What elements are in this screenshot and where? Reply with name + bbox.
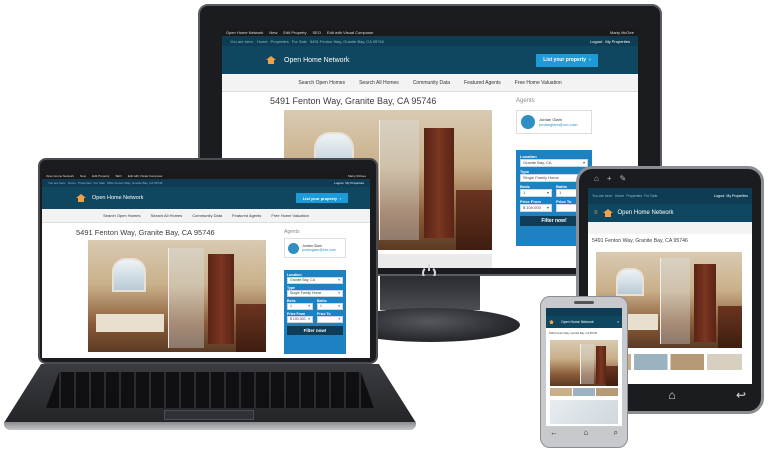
nav-search-all-homes[interactable]: Search All Homes: [359, 80, 399, 86]
crumb-current: 5491 Fenton Way, Granite Bay, CA 95746: [309, 38, 384, 44]
chevron-right-icon: ›: [339, 195, 342, 201]
search-icon[interactable]: ⌕: [614, 428, 618, 438]
crumb-you-are-here: You are here:: [230, 38, 254, 44]
crumb-properties[interactable]: Properties: [271, 39, 289, 44]
laptop-screen: Open Home Network New Edit Property SEO …: [42, 172, 370, 358]
admin-bar-laptop: Open Home Network New Edit Property SEO …: [42, 172, 370, 179]
tablet-icons: ⌂ + ✎: [594, 174, 626, 183]
property-title-laptop: 5491 Fenton Way, Granite Bay, CA 95746: [76, 228, 215, 237]
laptop-trackpad: [164, 410, 254, 420]
logout-link[interactable]: Logout: [590, 39, 602, 44]
home-icon: [602, 209, 613, 217]
property-title: 5491 Fenton Way, Granite Bay, CA 95746: [270, 96, 437, 106]
list-property-button[interactable]: List your property ›: [536, 53, 598, 67]
breadcrumb-tablet: You are here: Home Properties For Sale L…: [588, 188, 752, 204]
agents-heading: Agents: [516, 98, 535, 104]
nav-community-data[interactable]: Community Data: [413, 80, 450, 86]
admin-seo[interactable]: SEO: [313, 30, 321, 35]
filter-now-button[interactable]: Filter now!: [287, 326, 343, 335]
breadcrumb-laptop: You are here: Home Properties For Sale 5…: [42, 179, 370, 187]
menu-icon[interactable]: ≡: [594, 210, 598, 216]
admin-user[interactable]: Marty McGee: [610, 30, 634, 35]
property-photo-phone[interactable]: [550, 340, 618, 386]
beds-select[interactable]: 1: [520, 189, 552, 197]
menu-icon[interactable]: ≡: [617, 320, 619, 324]
agent-card[interactable]: Jordan Glam jordanglam@xxx.com: [516, 110, 592, 134]
main-nav: Search Open Homes Search All Homes Commu…: [222, 74, 638, 92]
phone-speaker: [574, 301, 594, 304]
admin-edit-property[interactable]: Edit Property: [283, 30, 306, 35]
site-header: Open Home Network List your property ›: [222, 46, 638, 74]
agent-card-laptop[interactable]: Jordan Glam jordanglam@xxx.com: [284, 238, 346, 258]
site-header-laptop: Open Home Network List your property ›: [42, 187, 370, 209]
admin-site[interactable]: Open Home Network: [226, 30, 263, 35]
breadcrumb-phone: [546, 308, 622, 316]
home-icon[interactable]: ⌂: [668, 388, 675, 402]
phone-screen: Open Home Network ≡ 5491 Fenton Way, Gra…: [546, 308, 622, 426]
tablet-toolbar: [588, 222, 752, 234]
search-panel-laptop: Location Granite Bay, CA Type Single Fam…: [284, 270, 346, 354]
site-header-tablet: ≡ Open Home Network: [588, 204, 752, 222]
site-header-phone: Open Home Network ≡: [546, 316, 622, 328]
brand-name[interactable]: Open Home Network: [284, 57, 349, 64]
property-title-tablet: 5491 Fenton Way, Granite Bay, CA 95746: [592, 238, 688, 244]
return-icon[interactable]: ↩: [736, 388, 746, 402]
laptop-front-edge: [4, 422, 416, 430]
admin-visual-composer[interactable]: Edit with Visual Composer: [327, 30, 374, 35]
admin-bar: Open Home Network New Edit Property SEO …: [222, 28, 638, 36]
nav-free-home-valuation[interactable]: Free Home Valuation: [515, 80, 562, 86]
phone-buttons: ← ⌂ ⌕: [550, 428, 618, 438]
my-properties-link[interactable]: My Properties: [605, 39, 630, 44]
phone: Open Home Network ≡ 5491 Fenton Way, Gra…: [540, 296, 628, 448]
breadcrumb: You are here: Home Properties For Sale 5…: [222, 36, 638, 46]
home-icon: ⌂: [594, 174, 599, 183]
home-icon[interactable]: ⌂: [583, 428, 588, 438]
responsive-devices-mockup: Open Home Network New Edit Property SEO …: [0, 0, 768, 452]
agent-email[interactable]: jordanglam@xxx.com: [539, 122, 578, 127]
list-property-label: List your property: [543, 57, 587, 63]
home-icon: [549, 320, 554, 324]
agents-heading-laptop: Agents: [284, 229, 300, 235]
plus-icon: +: [606, 174, 612, 183]
list-property-button[interactable]: List your property ›: [296, 193, 348, 203]
nav-search-open-homes[interactable]: Search Open Homes: [298, 80, 345, 86]
chevron-right-icon: ›: [589, 57, 591, 63]
main-nav-laptop: Search Open Homes Search All Homes Commu…: [42, 209, 370, 223]
price-from-select[interactable]: $ 100,000: [520, 204, 552, 212]
home-icon: [266, 56, 276, 64]
property-photo-laptop[interactable]: [88, 240, 266, 352]
property-title-phone: 5491 Fenton Way, Granite Bay, CA 95746: [549, 332, 597, 335]
laptop-keyboard: [46, 372, 374, 408]
map-phone[interactable]: [550, 400, 618, 424]
nav-featured-agents[interactable]: Featured Agents: [464, 80, 501, 86]
thumbnail-strip-phone[interactable]: [550, 388, 618, 396]
crumb-for-sale[interactable]: For Sale: [292, 39, 307, 44]
agent-avatar: [521, 115, 535, 129]
admin-new[interactable]: New: [269, 30, 277, 35]
laptop: Open Home Network New Edit Property SEO …: [0, 158, 420, 448]
back-icon[interactable]: ←: [550, 428, 558, 438]
home-icon: [76, 194, 86, 202]
pencil-icon: ✎: [619, 174, 627, 183]
crumb-home[interactable]: Home: [257, 39, 268, 44]
